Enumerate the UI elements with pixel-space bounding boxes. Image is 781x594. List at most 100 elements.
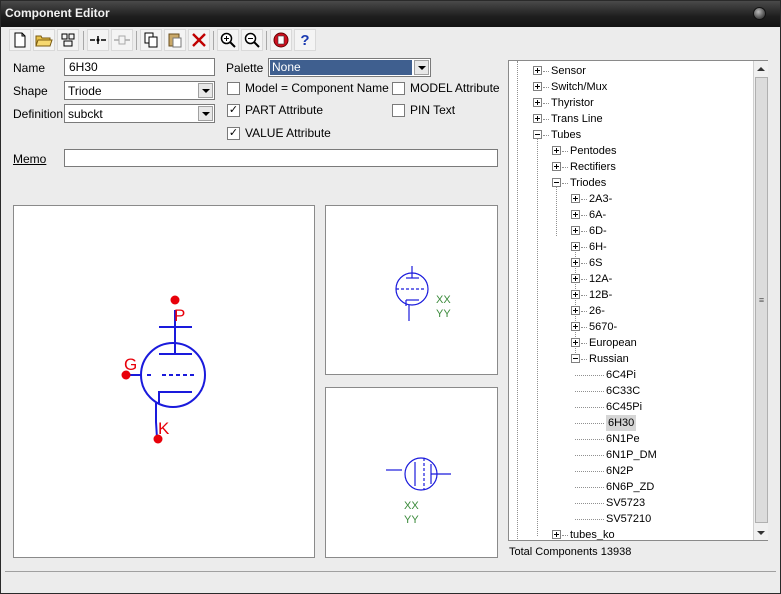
copy-button[interactable]: [140, 29, 162, 51]
tree-connector: [581, 215, 587, 216]
zoom-in-button[interactable]: [217, 29, 239, 51]
symbol-button[interactable]: [57, 29, 79, 51]
tree-item[interactable]: SV57210: [509, 511, 754, 527]
chevron-down-icon[interactable]: [198, 83, 213, 98]
tree-item[interactable]: 12A-: [509, 271, 754, 287]
expand-icon[interactable]: [571, 322, 580, 331]
part-attribute-checkbox[interactable]: ✓ PART Attribute: [227, 103, 323, 117]
stop-icon: [273, 32, 289, 48]
tree-item[interactable]: tubes_ko: [509, 527, 754, 540]
tree-item[interactable]: Russian: [509, 351, 754, 367]
add-pin-button[interactable]: [87, 29, 109, 51]
tree-item[interactable]: 6N2P: [509, 463, 754, 479]
scroll-up-icon[interactable]: [754, 61, 768, 76]
delete-button[interactable]: [188, 29, 210, 51]
component-tree[interactable]: Sensor Switch/Mux Thyristor Trans Line Tubes…: [508, 60, 768, 541]
tree-item-label: Pentodes: [570, 145, 617, 157]
name-field[interactable]: 6H30: [64, 58, 215, 76]
zoom-out-button[interactable]: [241, 29, 263, 51]
expand-icon[interactable]: [552, 530, 561, 539]
tree-item-label: 6D-: [589, 225, 607, 237]
shape-select[interactable]: Triode: [64, 81, 215, 100]
expand-icon[interactable]: [533, 82, 542, 91]
expand-icon[interactable]: [571, 306, 580, 315]
tree-item[interactable]: Tubes: [509, 127, 754, 143]
expand-icon[interactable]: [571, 226, 580, 235]
tree-connector: [562, 535, 568, 536]
definition-select[interactable]: subckt: [64, 104, 215, 123]
expand-icon[interactable]: [533, 98, 542, 107]
palette-select[interactable]: None: [268, 58, 431, 77]
chevron-down-icon[interactable]: [198, 106, 213, 121]
expand-icon[interactable]: [552, 162, 561, 171]
pin-text-checkbox[interactable]: PIN Text: [392, 103, 455, 117]
expand-icon[interactable]: [571, 194, 580, 203]
tree-item[interactable]: 2A3-: [509, 191, 754, 207]
tree-item[interactable]: 6N6P_ZD: [509, 479, 754, 495]
tree-item[interactable]: European: [509, 335, 754, 351]
expand-icon[interactable]: [533, 66, 542, 75]
tree-item[interactable]: 6A-: [509, 207, 754, 223]
tree-connector: [581, 247, 587, 248]
close-icon[interactable]: [753, 7, 766, 20]
tree-item[interactable]: Triodes: [509, 175, 754, 191]
expand-icon[interactable]: [533, 114, 542, 123]
tree-item-label: 6A-: [589, 209, 607, 221]
tree-item[interactable]: 26-: [509, 303, 754, 319]
tree-item[interactable]: 6N1Pe: [509, 431, 754, 447]
tree-item[interactable]: Pentodes: [509, 143, 754, 159]
tree-item[interactable]: 6C4Pi: [509, 367, 754, 383]
memo-field[interactable]: [64, 149, 498, 167]
model-attribute-checkbox[interactable]: MODEL Attribute: [392, 81, 500, 95]
collapse-icon[interactable]: [571, 354, 580, 363]
scroll-thumb[interactable]: ≡: [755, 77, 768, 523]
tree-item-label: Switch/Mux: [551, 81, 608, 93]
checkbox-box[interactable]: ✓: [227, 103, 240, 117]
tree-item[interactable]: 6C45Pi: [509, 399, 754, 415]
paste-button[interactable]: [164, 29, 186, 51]
tree-connector: [575, 487, 604, 488]
checkbox-box[interactable]: [392, 81, 405, 95]
tree-item[interactable]: 6N1P_DM: [509, 447, 754, 463]
pin-grid-button[interactable]: [111, 29, 133, 51]
expand-icon[interactable]: [571, 338, 580, 347]
checkbox-box[interactable]: [392, 103, 405, 117]
symbol-editor-panel[interactable]: P G K: [13, 205, 315, 558]
tree-connector: [575, 407, 604, 408]
checkbox-box[interactable]: [227, 81, 240, 95]
tree-item[interactable]: SV5723: [509, 495, 754, 511]
tree-item[interactable]: Thyristor: [509, 95, 754, 111]
checkbox-label: PIN Text: [410, 103, 456, 117]
expand-icon[interactable]: [571, 258, 580, 267]
tree-item[interactable]: 6C33C: [509, 383, 754, 399]
tree-item[interactable]: 6H30: [509, 415, 754, 431]
expand-icon[interactable]: [571, 290, 580, 299]
copy-icon: [144, 32, 158, 48]
value-attribute-checkbox[interactable]: ✓ VALUE Attribute: [227, 126, 331, 140]
checkbox-box[interactable]: ✓: [227, 126, 240, 140]
tree-item[interactable]: 5670-: [509, 319, 754, 335]
tree-item[interactable]: 6D-: [509, 223, 754, 239]
model-equals-name-checkbox[interactable]: Model = Component Name: [227, 81, 389, 95]
tree-item[interactable]: 12B-: [509, 287, 754, 303]
tree-item[interactable]: Rectifiers: [509, 159, 754, 175]
help-button[interactable]: ?: [294, 29, 316, 51]
collapse-icon[interactable]: [552, 178, 561, 187]
open-button[interactable]: [33, 29, 55, 51]
chevron-down-icon[interactable]: [414, 60, 429, 75]
expand-icon[interactable]: [552, 146, 561, 155]
tree-item-label: 5670-: [589, 321, 618, 333]
expand-icon[interactable]: [571, 274, 580, 283]
tree-item[interactable]: Sensor: [509, 63, 754, 79]
expand-icon[interactable]: [571, 210, 580, 219]
tree-item[interactable]: Trans Line: [509, 111, 754, 127]
expand-icon[interactable]: [571, 242, 580, 251]
tree-item[interactable]: Switch/Mux: [509, 79, 754, 95]
new-button[interactable]: [9, 29, 31, 51]
stop-button[interactable]: [270, 29, 292, 51]
collapse-icon[interactable]: [533, 130, 542, 139]
tree-item[interactable]: 6S: [509, 255, 754, 271]
tree-item[interactable]: 6H-: [509, 239, 754, 255]
scroll-down-icon[interactable]: [754, 525, 768, 540]
tree-scrollbar[interactable]: ≡: [753, 61, 768, 540]
